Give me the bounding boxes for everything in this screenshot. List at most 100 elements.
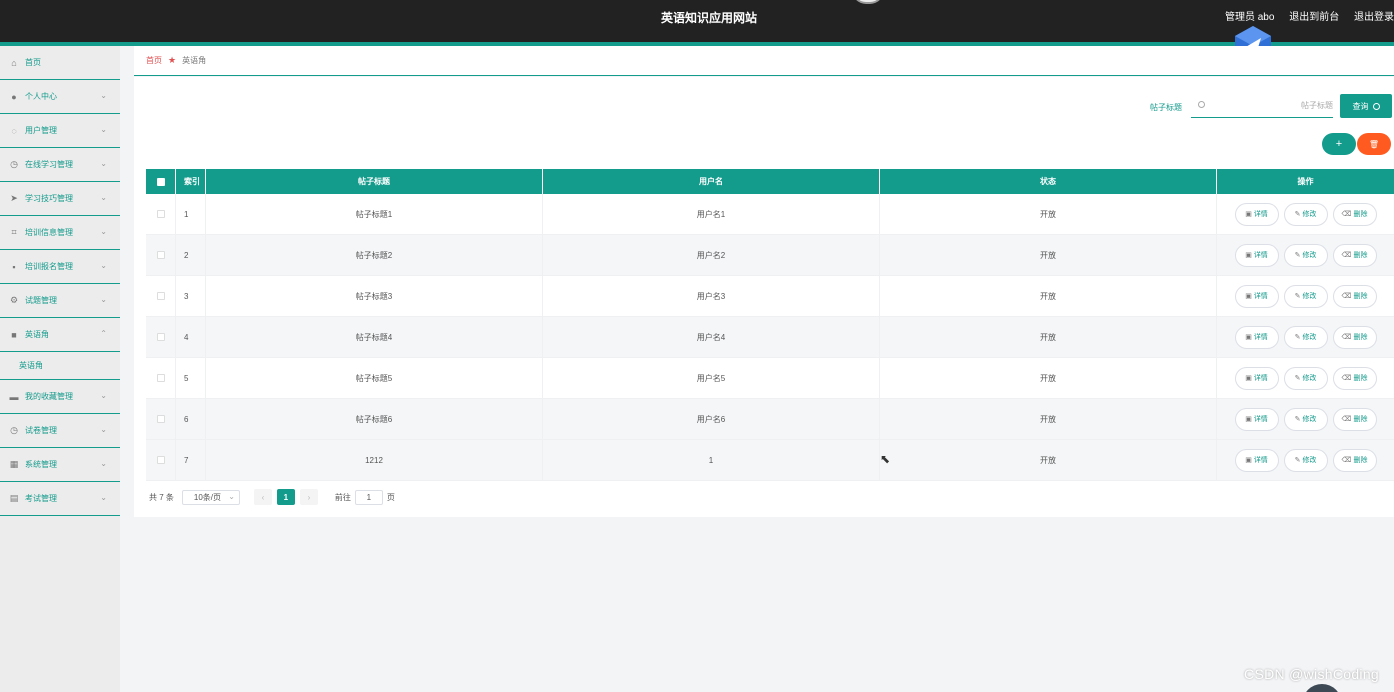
row-checkbox[interactable]	[156, 374, 165, 382]
delete-button-label: 删除	[1353, 416, 1368, 423]
breadcrumb-home[interactable]: 首页	[146, 55, 162, 66]
select-all-checkbox[interactable]	[156, 177, 165, 186]
goto-page-input[interactable]	[354, 489, 383, 505]
chevron-down-icon: ⌄	[100, 295, 107, 304]
sidebar: ⌂ 首页 ● 个人中心 ⌄ ◌ 用户管理 ⌄ ◷ 在线学习管理 ⌄ ➤ 学习技巧…	[0, 46, 120, 692]
row-check-cell	[146, 235, 176, 275]
delete-button-label: 删除	[1353, 252, 1368, 259]
sidebar-item-label: 个人中心	[25, 92, 57, 101]
delete-button[interactable]: ⌫ 删除	[1332, 366, 1377, 390]
edit-button-label: 修改	[1302, 416, 1317, 423]
search-label: 帖子标题	[1150, 103, 1182, 112]
breadcrumb-current: 英语角	[182, 56, 207, 65]
edit-icon: ✎	[1294, 375, 1301, 382]
select-all-cell	[146, 169, 176, 194]
add-button[interactable]: +	[1322, 133, 1356, 155]
delete-button[interactable]: ⌫ 删除	[1332, 243, 1377, 267]
header-status: 状态	[880, 169, 1217, 194]
sidebar-item-system[interactable]: ▦ 系统管理 ⌄	[0, 448, 120, 482]
detail-button[interactable]: ▣ 详情	[1234, 202, 1279, 226]
edit-button[interactable]: ✎ 修改	[1283, 202, 1328, 226]
row-title: 1212	[206, 440, 543, 480]
row-checkbox[interactable]	[156, 415, 165, 423]
row-checkbox[interactable]	[156, 210, 165, 218]
page-size-value: 10条/页	[193, 492, 222, 502]
sidebar-item-home[interactable]: ⌂ 首页	[0, 46, 120, 80]
batch-delete-button[interactable]: 🗑	[1357, 133, 1391, 155]
header-index: 索引	[176, 169, 206, 194]
detail-button[interactable]: ▣ 详情	[1234, 325, 1279, 349]
delete-button[interactable]: ⌫ 删除	[1332, 325, 1377, 349]
sidebar-item-papers[interactable]: ◷ 试卷管理 ⌄	[0, 414, 120, 448]
detail-icon: ▣	[1245, 416, 1252, 423]
edit-button[interactable]: ✎ 修改	[1283, 407, 1328, 431]
edit-button[interactable]: ✎ 修改	[1283, 366, 1328, 390]
front-page-link[interactable]: 退出到前台	[1289, 12, 1339, 23]
document-icon: ▤	[9, 493, 19, 503]
clock-icon: ◷	[10, 159, 18, 169]
row-checkbox[interactable]	[156, 456, 165, 464]
row-user: 用户名6	[543, 399, 880, 439]
sidebar-item-english-corner[interactable]: ■ 英语角 ⌃	[0, 318, 120, 352]
sidebar-item-label: 英语角	[25, 330, 49, 339]
message-icon: ▪	[12, 261, 16, 272]
delete-button[interactable]: ⌫ 删除	[1332, 202, 1377, 226]
detail-button[interactable]: ▣ 详情	[1234, 448, 1279, 472]
table-row: 3 帖子标题3 用户名3 开放 ▣ 详情 ✎ 修改 ⌫ 删除	[146, 276, 1394, 317]
row-checkbox[interactable]	[156, 333, 165, 341]
delete-button[interactable]: ⌫ 删除	[1332, 284, 1377, 308]
delete-button[interactable]: ⌫ 删除	[1332, 448, 1377, 472]
detail-icon: ▣	[1245, 211, 1252, 218]
floating-widget[interactable]	[1302, 684, 1342, 692]
sidebar-item-exams[interactable]: ▤ 考试管理 ⌄	[0, 482, 120, 516]
sidebar-item-users[interactable]: ◌ 用户管理 ⌄	[0, 114, 120, 148]
row-status: 开放	[880, 235, 1217, 275]
row-actions: ▣ 详情 ✎ 修改 ⌫ 删除	[1217, 235, 1394, 275]
watermark: CSDN @wishCoding	[1244, 666, 1379, 682]
row-user: 用户名4	[543, 317, 880, 357]
detail-button[interactable]: ▣ 详情	[1234, 284, 1279, 308]
header-title: 帖子标题	[206, 169, 543, 194]
chevron-down-icon: ⌄	[100, 493, 107, 502]
edit-icon: ✎	[1294, 416, 1301, 423]
logout-link[interactable]: 退出登录	[1354, 12, 1394, 23]
detail-button[interactable]: ▣ 详情	[1234, 407, 1279, 431]
page-number-button[interactable]: 1	[276, 489, 295, 505]
row-checkbox[interactable]	[156, 292, 165, 300]
detail-button[interactable]: ▣ 详情	[1234, 366, 1279, 390]
chevron-down-icon: ⌄	[228, 491, 235, 501]
edit-button[interactable]: ✎ 修改	[1283, 325, 1328, 349]
sidebar-item-training-info[interactable]: ⌗ 培训信息管理 ⌄	[0, 216, 120, 250]
edit-button[interactable]: ✎ 修改	[1283, 284, 1328, 308]
row-title: 帖子标题3	[206, 276, 543, 316]
trash-icon: ⌫	[1341, 293, 1352, 300]
trash-icon: ⌫	[1341, 252, 1352, 259]
sidebar-item-study-tips[interactable]: ➤ 学习技巧管理 ⌄	[0, 182, 120, 216]
row-check-cell	[146, 358, 176, 398]
sidebar-item-online-learning[interactable]: ◷ 在线学习管理 ⌄	[0, 148, 120, 182]
next-page-button[interactable]: ›	[299, 489, 318, 505]
prev-page-button[interactable]: ‹	[253, 489, 272, 505]
sidebar-item-label: 在线学习管理	[25, 160, 73, 169]
chevron-down-icon: ⌄	[100, 425, 107, 434]
row-title: 帖子标题4	[206, 317, 543, 357]
chevron-down-icon: ⌄	[100, 391, 107, 400]
sidebar-subitem-english-corner[interactable]: 英语角	[0, 352, 120, 380]
delete-button[interactable]: ⌫ 删除	[1332, 407, 1377, 431]
row-checkbox[interactable]	[156, 251, 165, 259]
sidebar-item-training-signup[interactable]: ▪ 培训报名管理 ⌄	[0, 250, 120, 284]
page-size-select[interactable]: 10条/页 ⌄	[181, 489, 240, 505]
query-button[interactable]: 查询	[1340, 94, 1392, 118]
detail-button[interactable]: ▣ 详情	[1234, 243, 1279, 267]
edit-button[interactable]: ✎ 修改	[1283, 243, 1328, 267]
settings-icon: ⚙	[9, 295, 19, 305]
pagination: 共 7 条 10条/页 ⌄ ‹ 1 › 前往 页	[149, 489, 395, 505]
sidebar-item-label: 试卷管理	[25, 426, 57, 435]
breadcrumb: 首页 ★ 英语角	[134, 46, 1394, 76]
sidebar-item-questions[interactable]: ⚙ 试题管理 ⌄	[0, 284, 120, 318]
search-input[interactable]	[1191, 94, 1333, 118]
edit-button[interactable]: ✎ 修改	[1283, 448, 1328, 472]
crop-icon: ⌗	[11, 227, 17, 237]
sidebar-item-profile[interactable]: ● 个人中心 ⌄	[0, 80, 120, 114]
sidebar-item-favorites[interactable]: ▬ 我的收藏管理 ⌄	[0, 380, 120, 414]
